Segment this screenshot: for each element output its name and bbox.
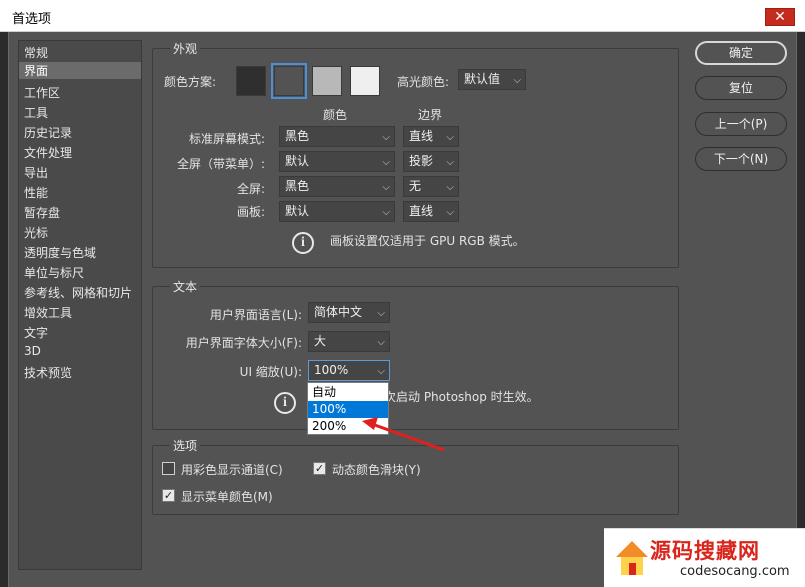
- category-sidebar: 常规 界面 工作区 工具 历史记录 文件处理 导出 性能 暂存盘 光标 透明度与…: [18, 40, 142, 570]
- standard-screen-border-value: 直线: [409, 129, 434, 143]
- sidebar-item-3d[interactable]: 3D: [24, 344, 41, 358]
- chevron-down-icon: ⌵: [446, 182, 454, 193]
- sidebar-item-performance[interactable]: 性能: [24, 184, 48, 201]
- full-screen-color-select[interactable]: 黑色 ⌵: [279, 176, 395, 197]
- color-channels-checkbox[interactable]: [162, 462, 175, 475]
- column-header-color: 颜色: [323, 108, 348, 122]
- sidebar-item-units-rulers[interactable]: 单位与标尺: [24, 264, 84, 281]
- sidebar-item-type[interactable]: 文字: [24, 324, 48, 341]
- ui-scaling-label: UI 缩放(U):: [239, 365, 302, 379]
- ui-language-select[interactable]: 简体中文 ⌵: [308, 302, 390, 323]
- column-header-border: 边界: [418, 108, 443, 122]
- chevron-down-icon: ⌵: [377, 308, 385, 319]
- color-scheme-swatch-dark[interactable]: [271, 63, 307, 99]
- row-label-artboards: 画板:: [236, 205, 265, 219]
- row-label-full-screen: 全屏:: [236, 182, 265, 196]
- chevron-down-icon: ⌵: [382, 207, 390, 218]
- info-icon: i: [292, 232, 314, 254]
- ui-font-size-select[interactable]: 大 ⌵: [308, 331, 390, 352]
- menu-colors-checkbox[interactable]: ✓: [162, 489, 175, 502]
- standard-screen-color-select[interactable]: 黑色 ⌵: [279, 126, 395, 147]
- artboards-color-value: 默认: [285, 204, 310, 218]
- sidebar-item-transparency-gamut[interactable]: 透明度与色域: [24, 244, 96, 261]
- ui-font-size-label: 用户界面字体大小(F):: [185, 336, 302, 350]
- dynamic-sliders-checkbox[interactable]: ✓: [313, 462, 326, 475]
- chevron-down-icon: ⌵: [382, 182, 390, 193]
- chevron-down-icon: ⌵: [513, 75, 521, 86]
- sidebar-item-tools[interactable]: 工具: [24, 104, 48, 121]
- color-scheme-swatch-lightest[interactable]: [350, 66, 380, 96]
- standard-screen-color-value: 黑色: [285, 129, 310, 143]
- sidebar-item-export[interactable]: 导出: [24, 164, 48, 181]
- info-icon: i: [274, 392, 296, 414]
- artboard-note: 画板设置仅适用于 GPU RGB 模式。: [330, 234, 525, 248]
- full-screen-menus-color-select[interactable]: 默认 ⌵: [279, 151, 395, 172]
- annotation-arrow: [362, 417, 445, 452]
- watermark-title: 源码搜藏网: [650, 539, 760, 563]
- highlight-color-select[interactable]: 默认值 ⌵: [458, 69, 526, 90]
- sidebar-item-workspace[interactable]: 工作区: [24, 84, 60, 101]
- ui-language-value: 简体中文: [314, 305, 363, 319]
- ui-scaling-option-auto[interactable]: 自动: [308, 384, 388, 401]
- ok-button[interactable]: 确定: [695, 41, 787, 65]
- close-icon: ✕: [774, 9, 786, 25]
- color-channels-label[interactable]: 用彩色显示通道(C): [181, 461, 283, 478]
- watermark: 源码搜藏网 codesocang.com: [604, 528, 805, 587]
- sidebar-item-plugins[interactable]: 增效工具: [24, 304, 72, 321]
- close-button[interactable]: ✕: [765, 8, 795, 26]
- row-label-full-screen-menus: 全屏（带菜单）:: [176, 157, 265, 171]
- text-title: 文本: [170, 278, 201, 295]
- chevron-down-icon: ⌵: [446, 157, 454, 168]
- chevron-down-icon: ⌵: [382, 132, 390, 143]
- window-title: 首选项: [12, 12, 52, 27]
- full-screen-menus-color-value: 默认: [285, 154, 310, 168]
- chevron-down-icon: ⌵: [377, 366, 385, 377]
- full-screen-color-value: 黑色: [285, 179, 310, 193]
- sidebar-item-scratch-disks[interactable]: 暂存盘: [24, 204, 60, 221]
- color-scheme-label: 颜色方案:: [164, 75, 217, 89]
- row-label-standard-screen: 标准屏幕模式:: [188, 132, 265, 146]
- sidebar-item-history-log[interactable]: 历史记录: [24, 124, 72, 141]
- sidebar-item-interface[interactable]: 界面: [19, 62, 141, 79]
- appearance-title: 外观: [170, 40, 201, 57]
- artboards-color-select[interactable]: 默认 ⌵: [279, 201, 395, 222]
- reset-button[interactable]: 复位: [695, 76, 787, 100]
- highlight-color-label: 高光颜色:: [397, 75, 450, 89]
- watermark-url: codesocang.com: [680, 564, 790, 579]
- chevron-down-icon: ⌵: [382, 157, 390, 168]
- color-scheme-swatch-light[interactable]: [312, 66, 342, 96]
- ui-font-size-value: 大: [314, 334, 327, 348]
- house-logo-icon: [616, 541, 648, 575]
- full-screen-menus-border-value: 投影: [409, 154, 434, 168]
- menu-colors-label[interactable]: 显示菜单颜色(M): [181, 488, 273, 505]
- chevron-down-icon: ⌵: [446, 132, 454, 143]
- highlight-color-value: 默认值: [464, 72, 501, 86]
- sidebar-item-guides-grid-slices[interactable]: 参考线、网格和切片: [24, 284, 132, 301]
- full-screen-border-select[interactable]: 无 ⌵: [403, 176, 459, 197]
- artboards-border-select[interactable]: 直线 ⌵: [403, 201, 459, 222]
- sidebar-item-cursors[interactable]: 光标: [24, 224, 48, 241]
- prev-button[interactable]: 上一个(P): [695, 112, 787, 136]
- chevron-down-icon: ⌵: [377, 337, 385, 348]
- title-bar: 首选项 ✕: [0, 0, 805, 32]
- full-screen-menus-border-select[interactable]: 投影 ⌵: [403, 151, 459, 172]
- full-screen-border-value: 无: [409, 179, 422, 193]
- ui-scaling-value: 100%: [314, 363, 349, 377]
- next-button[interactable]: 下一个(N): [695, 147, 787, 171]
- sidebar-item-technology-previews[interactable]: 技术预览: [24, 364, 72, 381]
- ui-scaling-select[interactable]: 100% ⌵: [308, 360, 390, 381]
- standard-screen-border-select[interactable]: 直线 ⌵: [403, 126, 459, 147]
- sidebar-item-general[interactable]: 常规: [24, 44, 48, 61]
- options-title: 选项: [170, 437, 201, 454]
- color-scheme-swatch-darkest[interactable]: [236, 66, 266, 96]
- artboards-border-value: 直线: [409, 204, 434, 218]
- chevron-down-icon: ⌵: [446, 207, 454, 218]
- ui-language-label: 用户界面语言(L):: [209, 308, 302, 322]
- dynamic-sliders-label[interactable]: 动态颜色滑块(Y): [332, 461, 421, 478]
- sidebar-item-file-handling[interactable]: 文件处理: [24, 144, 72, 161]
